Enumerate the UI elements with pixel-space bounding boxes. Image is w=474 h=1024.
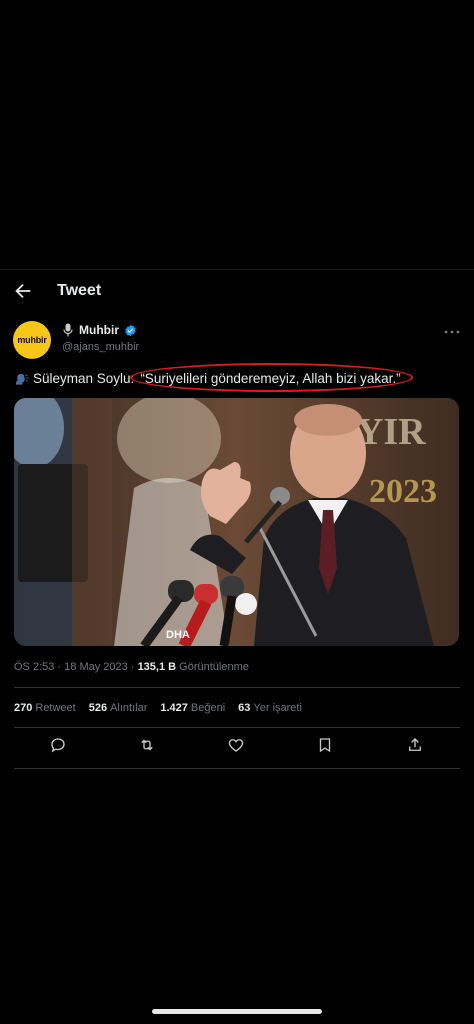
retweets-count: 270 [14, 702, 33, 714]
share-icon[interactable] [406, 736, 424, 754]
tweet-detail-view: Tweet muhbir Muhbir @ajans_muhbir Süleym… [0, 269, 474, 770]
likes-label: Beğeni [190, 702, 226, 714]
photo-illustration: AYIR 2023 DHA [14, 398, 459, 646]
page-title: Tweet [57, 282, 102, 299]
author-handle[interactable]: @ajans_muhbir [62, 341, 139, 353]
author-name: Muhbir [79, 323, 119, 337]
avatar-text: muhbir [17, 335, 47, 345]
divider [14, 727, 460, 728]
retweets-stat[interactable]: 270 Retweet [14, 702, 76, 714]
quotes-label: Alıntılar [110, 702, 148, 714]
quotes-stat[interactable]: 526 Alıntılar [89, 702, 148, 714]
retweets-label: Retweet [35, 702, 76, 714]
tweet-text: Süleyman Soylu: “Suriyelileri gönderemey… [14, 363, 413, 392]
meta-separator: · [130, 661, 135, 673]
verified-badge-icon [125, 324, 136, 336]
bookmark-icon[interactable] [316, 736, 334, 754]
tweet-photo[interactable]: AYIR 2023 DHA [14, 398, 459, 646]
reply-icon[interactable] [49, 736, 67, 754]
author-name-row[interactable]: Muhbir [62, 323, 137, 337]
more-options-icon[interactable] [444, 327, 460, 337]
home-indicator[interactable] [152, 1009, 322, 1014]
meta-separator: · [57, 661, 62, 673]
engagement-stats: 270 Retweet 526 Alıntılar 1.427 Beğeni 63 Ye… [14, 702, 302, 714]
tweet-quote-highlight: “Suriyelileri gönderemeyiz, Allah bizi y… [130, 363, 413, 392]
bookmarks-stat[interactable]: 63 Yer işareti [238, 702, 302, 714]
mic-label: DHA [166, 629, 190, 641]
bookmarks-label: Yer işareti [253, 702, 302, 714]
microphone-icon [63, 323, 73, 337]
divider [14, 687, 460, 688]
likes-stat[interactable]: 1.427 Beğeni [160, 702, 225, 714]
tweet-date[interactable]: 18 May 2023 [64, 661, 128, 673]
tweet-quote: “Suriyelileri gönderemeyiz, Allah bizi y… [140, 371, 401, 386]
like-icon[interactable] [227, 736, 245, 754]
back-arrow-icon[interactable] [12, 280, 34, 302]
tweet-time[interactable]: ÖS 2:53 [14, 661, 54, 673]
retweet-icon[interactable] [138, 736, 156, 754]
banner-year: 2023 [369, 473, 437, 510]
quotes-count: 526 [88, 702, 108, 714]
views-label: Görüntülenme [179, 661, 249, 673]
header: Tweet [0, 270, 474, 314]
bookmarks-count: 63 [238, 702, 251, 714]
divider [14, 768, 460, 769]
likes-count: 1.427 [160, 702, 188, 714]
views-count: 135,1 B [137, 661, 177, 673]
tweet-speaker: Süleyman Soylu: [33, 371, 135, 386]
speaking-head-icon [15, 373, 29, 385]
tweet-actions [0, 736, 474, 758]
avatar[interactable]: muhbir [13, 321, 51, 359]
tweet-meta: ÖS 2:53 · 18 May 2023 · 135,1 B Görüntül… [14, 661, 249, 673]
